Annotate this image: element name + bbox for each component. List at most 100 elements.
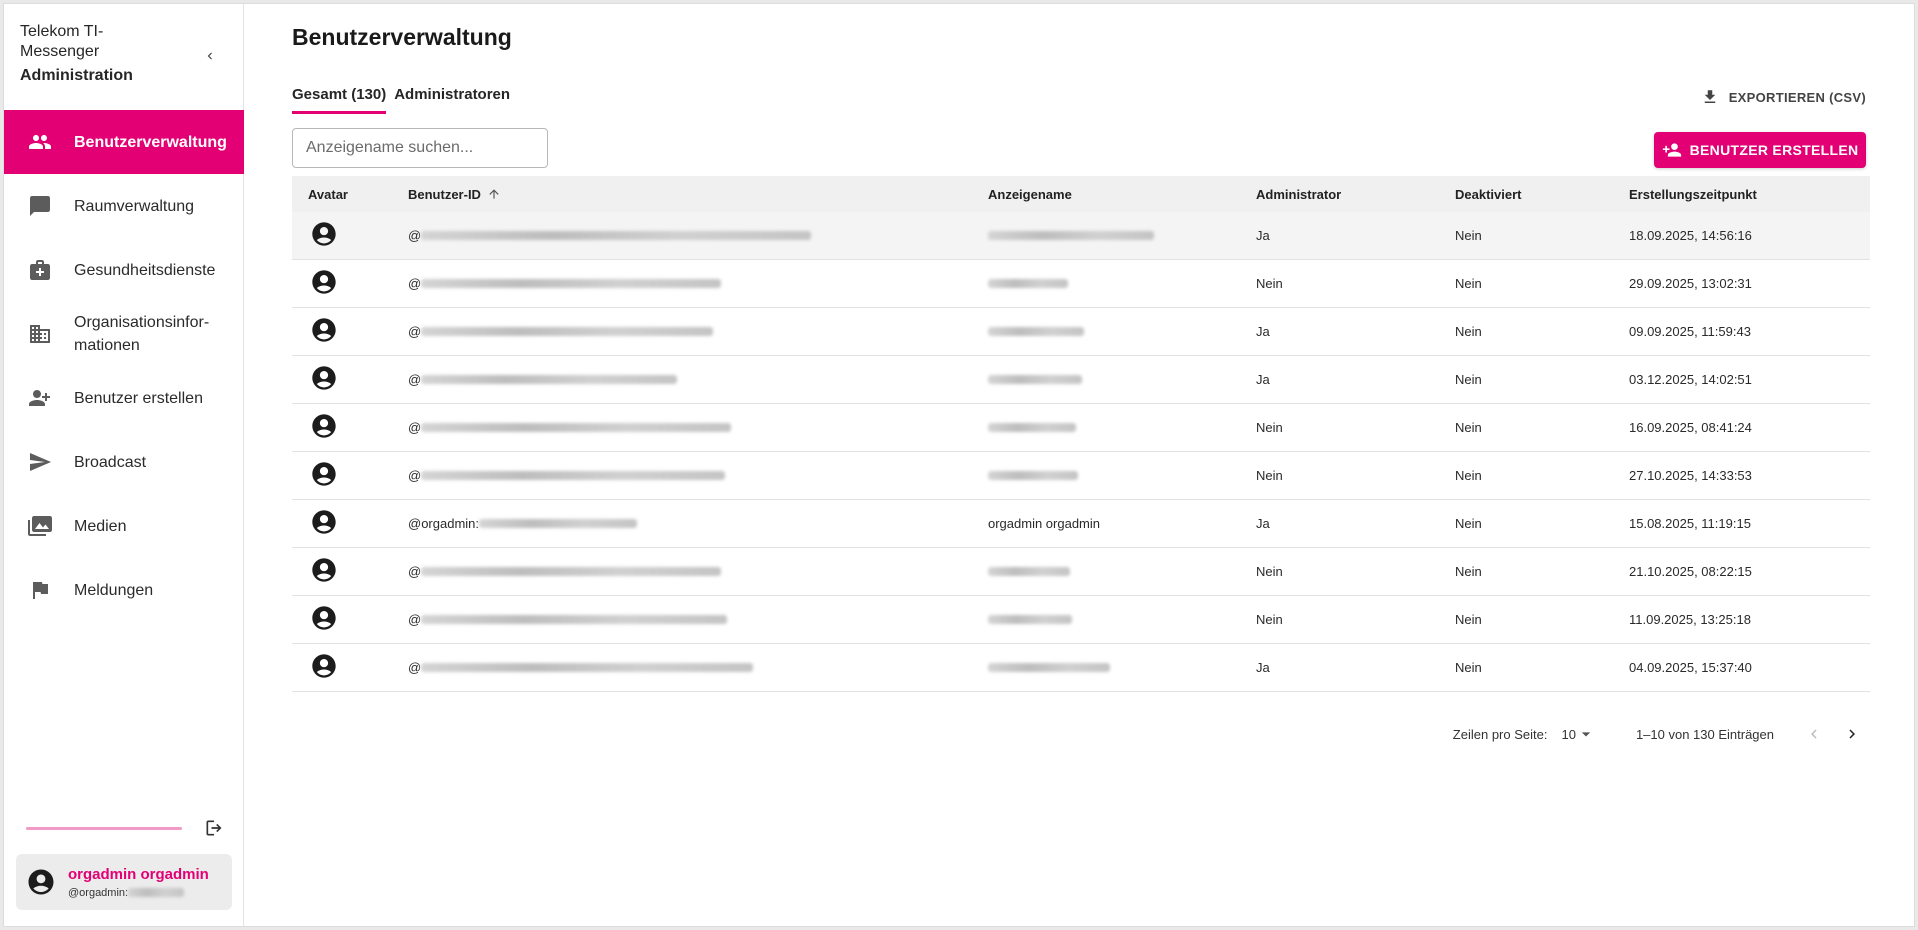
user-id: @ <box>408 420 422 435</box>
user-id: @orgadmin: <box>408 516 480 531</box>
table-row[interactable]: @ Ja Nein 09.09.2025, 11:59:43 <box>292 308 1870 356</box>
page-title: Benutzerverwaltung <box>292 24 512 50</box>
chat-icon <box>26 192 54 220</box>
tab-gesamt[interactable]: Gesamt (130) <box>292 86 387 114</box>
sidebar-item-meldungen[interactable]: Meldungen <box>4 558 244 622</box>
sidebar-item-label: Benutzer erstellen <box>74 389 203 407</box>
table-row[interactable]: @ Ja Nein 04.09.2025, 15:37:40 <box>292 644 1870 692</box>
collapse-sidebar-button[interactable] <box>200 46 220 66</box>
sidebar: Telekom TI- Messenger Administration Ben… <box>4 4 244 926</box>
deactivated-cell: Nein <box>1455 372 1482 387</box>
table-row[interactable]: @ Ja Nein 18.09.2025, 14:56:16 <box>292 212 1870 260</box>
download-icon <box>1704 90 1715 103</box>
sidebar-item-organisationsinformationen[interactable]: Organisationsinfor- mationen <box>4 302 244 366</box>
table-row[interactable]: @ Nein Nein 11.09.2025, 13:25:18 <box>292 596 1870 644</box>
created-cell: 21.10.2025, 08:22:15 <box>1629 564 1752 579</box>
tab-administratoren[interactable]: Administratoren <box>394 86 510 114</box>
previous-page-button[interactable] <box>1800 720 1828 748</box>
redacted-text <box>988 567 1070 576</box>
redacted-text <box>421 567 722 576</box>
rows-per-page-select[interactable]: 10 <box>1561 724 1595 744</box>
admin-cell: Ja <box>1256 372 1270 387</box>
user-id: @ <box>408 228 422 243</box>
admin-cell: Ja <box>1256 324 1270 339</box>
deactivated-cell: Nein <box>1455 516 1482 531</box>
sidebar-item-raumverwaltung[interactable]: Raumverwaltung <box>4 174 244 238</box>
admin-cell: Ja <box>1256 660 1270 675</box>
redacted-text <box>988 375 1082 384</box>
created-cell: 16.09.2025, 08:41:24 <box>1629 420 1752 435</box>
created-cell: 09.09.2025, 11:59:43 <box>1629 324 1751 339</box>
redacted-text <box>421 279 722 288</box>
sidebar-item-label: Medien <box>74 517 127 535</box>
sidebar-item-broadcast[interactable]: Broadcast <box>4 430 244 494</box>
avatar <box>310 270 338 299</box>
redacted-text <box>988 663 1110 672</box>
redacted-text <box>988 279 1068 288</box>
sidebar-item-benutzer-erstellen[interactable]: Benutzer erstellen <box>4 366 244 430</box>
user-id: @ <box>408 564 422 579</box>
redacted-text <box>988 615 1072 624</box>
display-name: orgadmin orgadmin <box>988 516 1101 531</box>
sidebar-item-gesundheitsdienste[interactable]: Gesundheitsdienste <box>4 238 244 302</box>
deactivated-cell: Nein <box>1455 612 1482 627</box>
column-header-admin[interactable]: Administrator <box>1256 187 1455 202</box>
table-row[interactable]: @orgadmin: orgadmin orgadmin Ja Nein 15.08.2… <box>292 500 1870 548</box>
user-name: orgadmin orgadmin <box>68 865 209 883</box>
admin-cell: Nein <box>1256 468 1283 483</box>
admin-cell: Nein <box>1256 612 1283 627</box>
user-id: @ <box>408 372 422 387</box>
table-row[interactable]: @ Nein Nein 29.09.2025, 13:02:31 <box>292 260 1870 308</box>
rows-per-page-label: Zeilen pro Seite: <box>1452 726 1548 742</box>
avatar <box>310 318 338 347</box>
sidebar-item-label: Meldungen <box>74 581 154 599</box>
admin-cell: Nein <box>1256 564 1283 579</box>
users-icon <box>26 128 54 156</box>
avatar <box>310 606 338 635</box>
sidebar-item-medien[interactable]: Medien <box>4 494 244 558</box>
avatar <box>310 414 338 443</box>
redacted-text <box>421 423 732 432</box>
table-row[interactable]: @ Nein Nein 21.10.2025, 08:22:15 <box>292 548 1870 596</box>
next-page-button[interactable] <box>1838 720 1866 748</box>
redacted-text <box>421 327 714 336</box>
pagination: Zeilen pro Seite: 10 1–10 von 130 Einträ… <box>1453 720 1866 748</box>
admin-cell: Ja <box>1256 516 1270 531</box>
create-user-button[interactable]: BENUTZER ERSTELLEN <box>1654 132 1866 168</box>
brand-line-3: Administration <box>20 67 133 84</box>
sidebar-item-benutzerverwaltung[interactable]: Benutzerverwaltung <box>4 110 244 174</box>
admin-cell: Nein <box>1256 420 1283 435</box>
user-id: @ <box>408 324 422 339</box>
table-row[interactable]: @ Nein Nein 16.09.2025, 08:41:24 <box>292 404 1870 452</box>
rows-per-page-value: 10 <box>1561 726 1576 742</box>
search-input[interactable] <box>292 128 548 168</box>
created-cell: 03.12.2025, 14:02:51 <box>1629 372 1752 387</box>
table-body: @ Ja Nein 18.09.2025, 14:56:16 @ Nein Nein 29.0… <box>292 212 1870 692</box>
redacted-text <box>988 327 1084 336</box>
column-header-display-name[interactable]: Anzeigename <box>988 187 1256 202</box>
user-card[interactable]: orgadmin orgadmin @orgadmin: <box>16 854 232 910</box>
column-header-user-id[interactable]: Benutzer-ID <box>408 187 988 202</box>
pagination-range: 1–10 von 130 Einträgen <box>1635 726 1774 742</box>
brand-line-1: Telekom TI- <box>20 23 104 40</box>
column-header-deactivated[interactable]: Deaktiviert <box>1455 187 1629 202</box>
column-header-user-id-label: Benutzer-ID <box>408 186 481 202</box>
created-cell: 11.09.2025, 13:25:18 <box>1629 612 1751 627</box>
redacted-text <box>421 231 812 240</box>
column-header-created[interactable]: Erstellungszeitpunkt <box>1629 187 1870 202</box>
sidebar-item-label-line2: mationen <box>74 337 140 354</box>
admin-cell: Ja <box>1256 228 1270 243</box>
table-row[interactable]: @ Nein Nein 27.10.2025, 14:33:53 <box>292 452 1870 500</box>
logout-button[interactable] <box>202 816 226 840</box>
created-cell: 15.08.2025, 11:19:15 <box>1629 516 1751 531</box>
brand-line-2: Messenger <box>20 43 100 60</box>
export-csv-button[interactable]: EXPORTIEREN (CSV) <box>1701 88 1866 106</box>
deactivated-cell: Nein <box>1455 660 1482 675</box>
caret-down-icon <box>1581 732 1591 737</box>
table-row[interactable]: @ Ja Nein 03.12.2025, 14:02:51 <box>292 356 1870 404</box>
avatar <box>310 366 338 395</box>
redacted-text <box>988 231 1154 240</box>
redacted-text <box>128 888 185 897</box>
user-id: @ <box>408 660 422 675</box>
created-cell: 18.09.2025, 14:56:16 <box>1629 228 1752 243</box>
